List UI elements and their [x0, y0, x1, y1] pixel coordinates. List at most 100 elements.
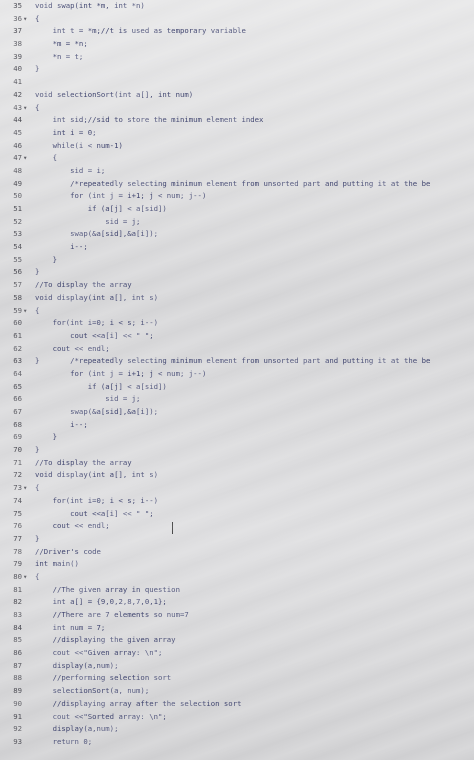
code-line[interactable]: 60 for(int i=0; i < s; i--) — [0, 317, 474, 330]
code-line[interactable]: 43 ▾ { — [0, 102, 474, 115]
line-number: 87 — [13, 660, 22, 670]
line-number: 70 — [13, 445, 22, 455]
code-line[interactable]: 72 void display(int a[], int s) — [0, 469, 474, 482]
line-number: 93 — [13, 736, 22, 746]
line-number: 63 — [13, 356, 22, 366]
code-line[interactable]: 66 sid = j; — [0, 393, 474, 406]
code-text: swap(&a[sid],&a[i]); — [35, 407, 159, 416]
line-number: 80 — [13, 571, 22, 581]
code-line[interactable]: 48 sid = i; — [0, 165, 474, 178]
line-number: 71 — [13, 457, 22, 467]
fold-chevron-icon[interactable]: ▾ — [23, 571, 31, 584]
code-line[interactable]: 73 ▾ { — [0, 482, 474, 495]
code-line[interactable]: 57 //To display the array — [0, 279, 474, 292]
code-text: sid = j; — [35, 216, 141, 226]
code-text: *n = t; — [35, 51, 84, 61]
code-line[interactable]: 76 cout << endl; — [0, 520, 474, 533]
code-line[interactable]: 58 void display(int a[], int s) — [0, 292, 474, 305]
code-line[interactable]: 84 int num = 7; — [0, 622, 474, 635]
code-line[interactable]: 87 display(a,num); — [0, 660, 474, 673]
code-text: for (int j = i+1; j < num; j--) — [35, 368, 207, 378]
code-line[interactable]: 69 } — [0, 431, 474, 444]
line-number: 36 — [13, 13, 22, 23]
code-text: sid = i; — [35, 165, 106, 175]
code-line[interactable]: 41 — [0, 76, 474, 89]
code-line[interactable]: 39 *n = t; — [0, 51, 474, 64]
code-line[interactable]: 91 cout <<"Sorted array: \n"; — [0, 711, 474, 724]
code-line[interactable]: 90 //displaying array after the selectio… — [0, 698, 474, 711]
code-line[interactable]: 81 //The given array in question — [0, 584, 474, 597]
code-text: //displaying the given array — [35, 635, 176, 645]
code-line[interactable]: 77} — [0, 533, 474, 546]
code-line[interactable]: 92 display(a,num); — [0, 723, 474, 736]
code-line[interactable]: 53 swap(&a[sid],&a[i]); — [0, 228, 474, 241]
code-editor[interactable]: 35 void swap(int *m, int *n) 36 ▾{37 int t … — [0, 0, 474, 760]
code-line[interactable]: 50 for (int j = i+1; j < num; j--) — [0, 190, 474, 203]
code-text: void display(int a[], int s) — [35, 292, 159, 302]
line-number: 76 — [13, 521, 22, 531]
code-text: { — [35, 483, 40, 493]
code-line[interactable]: 40} — [0, 63, 474, 76]
code-line[interactable]: 78 //Driver's code — [0, 546, 474, 559]
code-line[interactable]: 37 int t = *m;//t is used as temporary v… — [0, 25, 474, 38]
code-text: if (a[j] < a[sid]) — [35, 204, 167, 213]
code-line[interactable]: 62 cout << endl; — [0, 343, 474, 356]
code-text: { — [35, 571, 40, 581]
code-line[interactable]: 80 ▾ { — [0, 571, 474, 584]
fold-chevron-icon[interactable]: ▾ — [23, 102, 31, 115]
code-line[interactable]: 83 //There are 7 elements so num=7 — [0, 609, 474, 622]
code-line[interactable]: 70} — [0, 444, 474, 457]
code-line[interactable]: 42 void selectionSort(int a[], int num) — [0, 89, 474, 102]
code-line[interactable]: 93 return 0; — [0, 736, 474, 749]
code-line[interactable]: 75 cout <<a[i] << " "; — [0, 508, 474, 521]
line-number: 67 — [13, 407, 22, 416]
line-number: 51 — [13, 204, 22, 213]
code-line[interactable]: 63} /*repeatedly selecting minimum eleme… — [0, 355, 474, 368]
code-line[interactable]: 59 ▾ { — [0, 305, 474, 318]
code-line[interactable]: 61 cout <<a[i] << " "; — [0, 330, 474, 343]
code-text: void display(int a[], int s) — [35, 470, 159, 480]
code-line[interactable]: 64 for (int j = i+1; j < num; j--) — [0, 368, 474, 381]
line-number: 57 — [13, 280, 22, 290]
code-line[interactable]: 44 int sid;//sid to store the minimum el… — [0, 114, 474, 127]
code-text: while(i < num-1) — [35, 140, 123, 150]
code-text: } — [35, 445, 40, 455]
code-text: for(int i=0; i < s; i--) — [35, 318, 159, 328]
code-line[interactable]: 85 //displaying the given array — [0, 634, 474, 647]
code-line[interactable]: 52 sid = j; — [0, 216, 474, 229]
line-number: 88 — [13, 673, 22, 683]
fold-chevron-icon[interactable]: ▾ — [23, 13, 31, 26]
code-line[interactable]: 86 cout <<"Given array: \n"; — [0, 647, 474, 660]
code-line[interactable]: 55 } — [0, 254, 474, 267]
code-line[interactable]: 38 *m = *n; — [0, 38, 474, 51]
code-line[interactable]: 54 i--; — [0, 241, 474, 254]
code-line[interactable]: 36 ▾ { — [0, 13, 474, 26]
code-line[interactable]: 56} — [0, 266, 474, 279]
fold-chevron-icon[interactable]: ▾ — [23, 482, 31, 495]
line-number: 85 — [13, 635, 22, 645]
code-text: int i = 0; — [35, 127, 97, 137]
code-line[interactable]: 35 void swap(int *m, int *n) — [0, 0, 474, 13]
code-text: { — [35, 153, 57, 163]
code-line[interactable]: 49 /*repeatedly selecting minimum elemen… — [0, 178, 474, 191]
code-line[interactable]: 71 //To display the array — [0, 457, 474, 470]
line-number: 40 — [13, 64, 22, 74]
code-text: display(a,num); — [35, 660, 119, 670]
code-text: *m = *n; — [35, 39, 88, 49]
fold-chevron-icon[interactable]: ▾ — [23, 305, 31, 318]
code-line[interactable]: 68 i--; — [0, 419, 474, 432]
line-number: 45 — [13, 127, 22, 137]
code-line[interactable]: 67 swap(&a[sid],&a[i]); — [0, 406, 474, 419]
code-line[interactable]: 47 ▾ { — [0, 152, 474, 165]
line-number: 39 — [13, 51, 22, 61]
code-line[interactable]: 51 if (a[j] < a[sid]) — [0, 203, 474, 216]
code-line[interactable]: 74 for(int i=0; i < s; i--) — [0, 495, 474, 508]
code-line[interactable]: 45 int i = 0; — [0, 127, 474, 140]
code-line[interactable]: 46 while(i < num-1) — [0, 140, 474, 153]
code-line[interactable]: 88 //performing selection sort — [0, 672, 474, 685]
code-line[interactable]: 82 int a[] = {9,0,2,8,7,0,1}; — [0, 596, 474, 609]
fold-chevron-icon[interactable]: ▾ — [23, 152, 31, 165]
code-line[interactable]: 89 selectionSort(a, num); — [0, 685, 474, 698]
code-line[interactable]: 79 int main() — [0, 558, 474, 571]
code-line[interactable]: 65 if (a[j] < a[sid]) — [0, 381, 474, 394]
